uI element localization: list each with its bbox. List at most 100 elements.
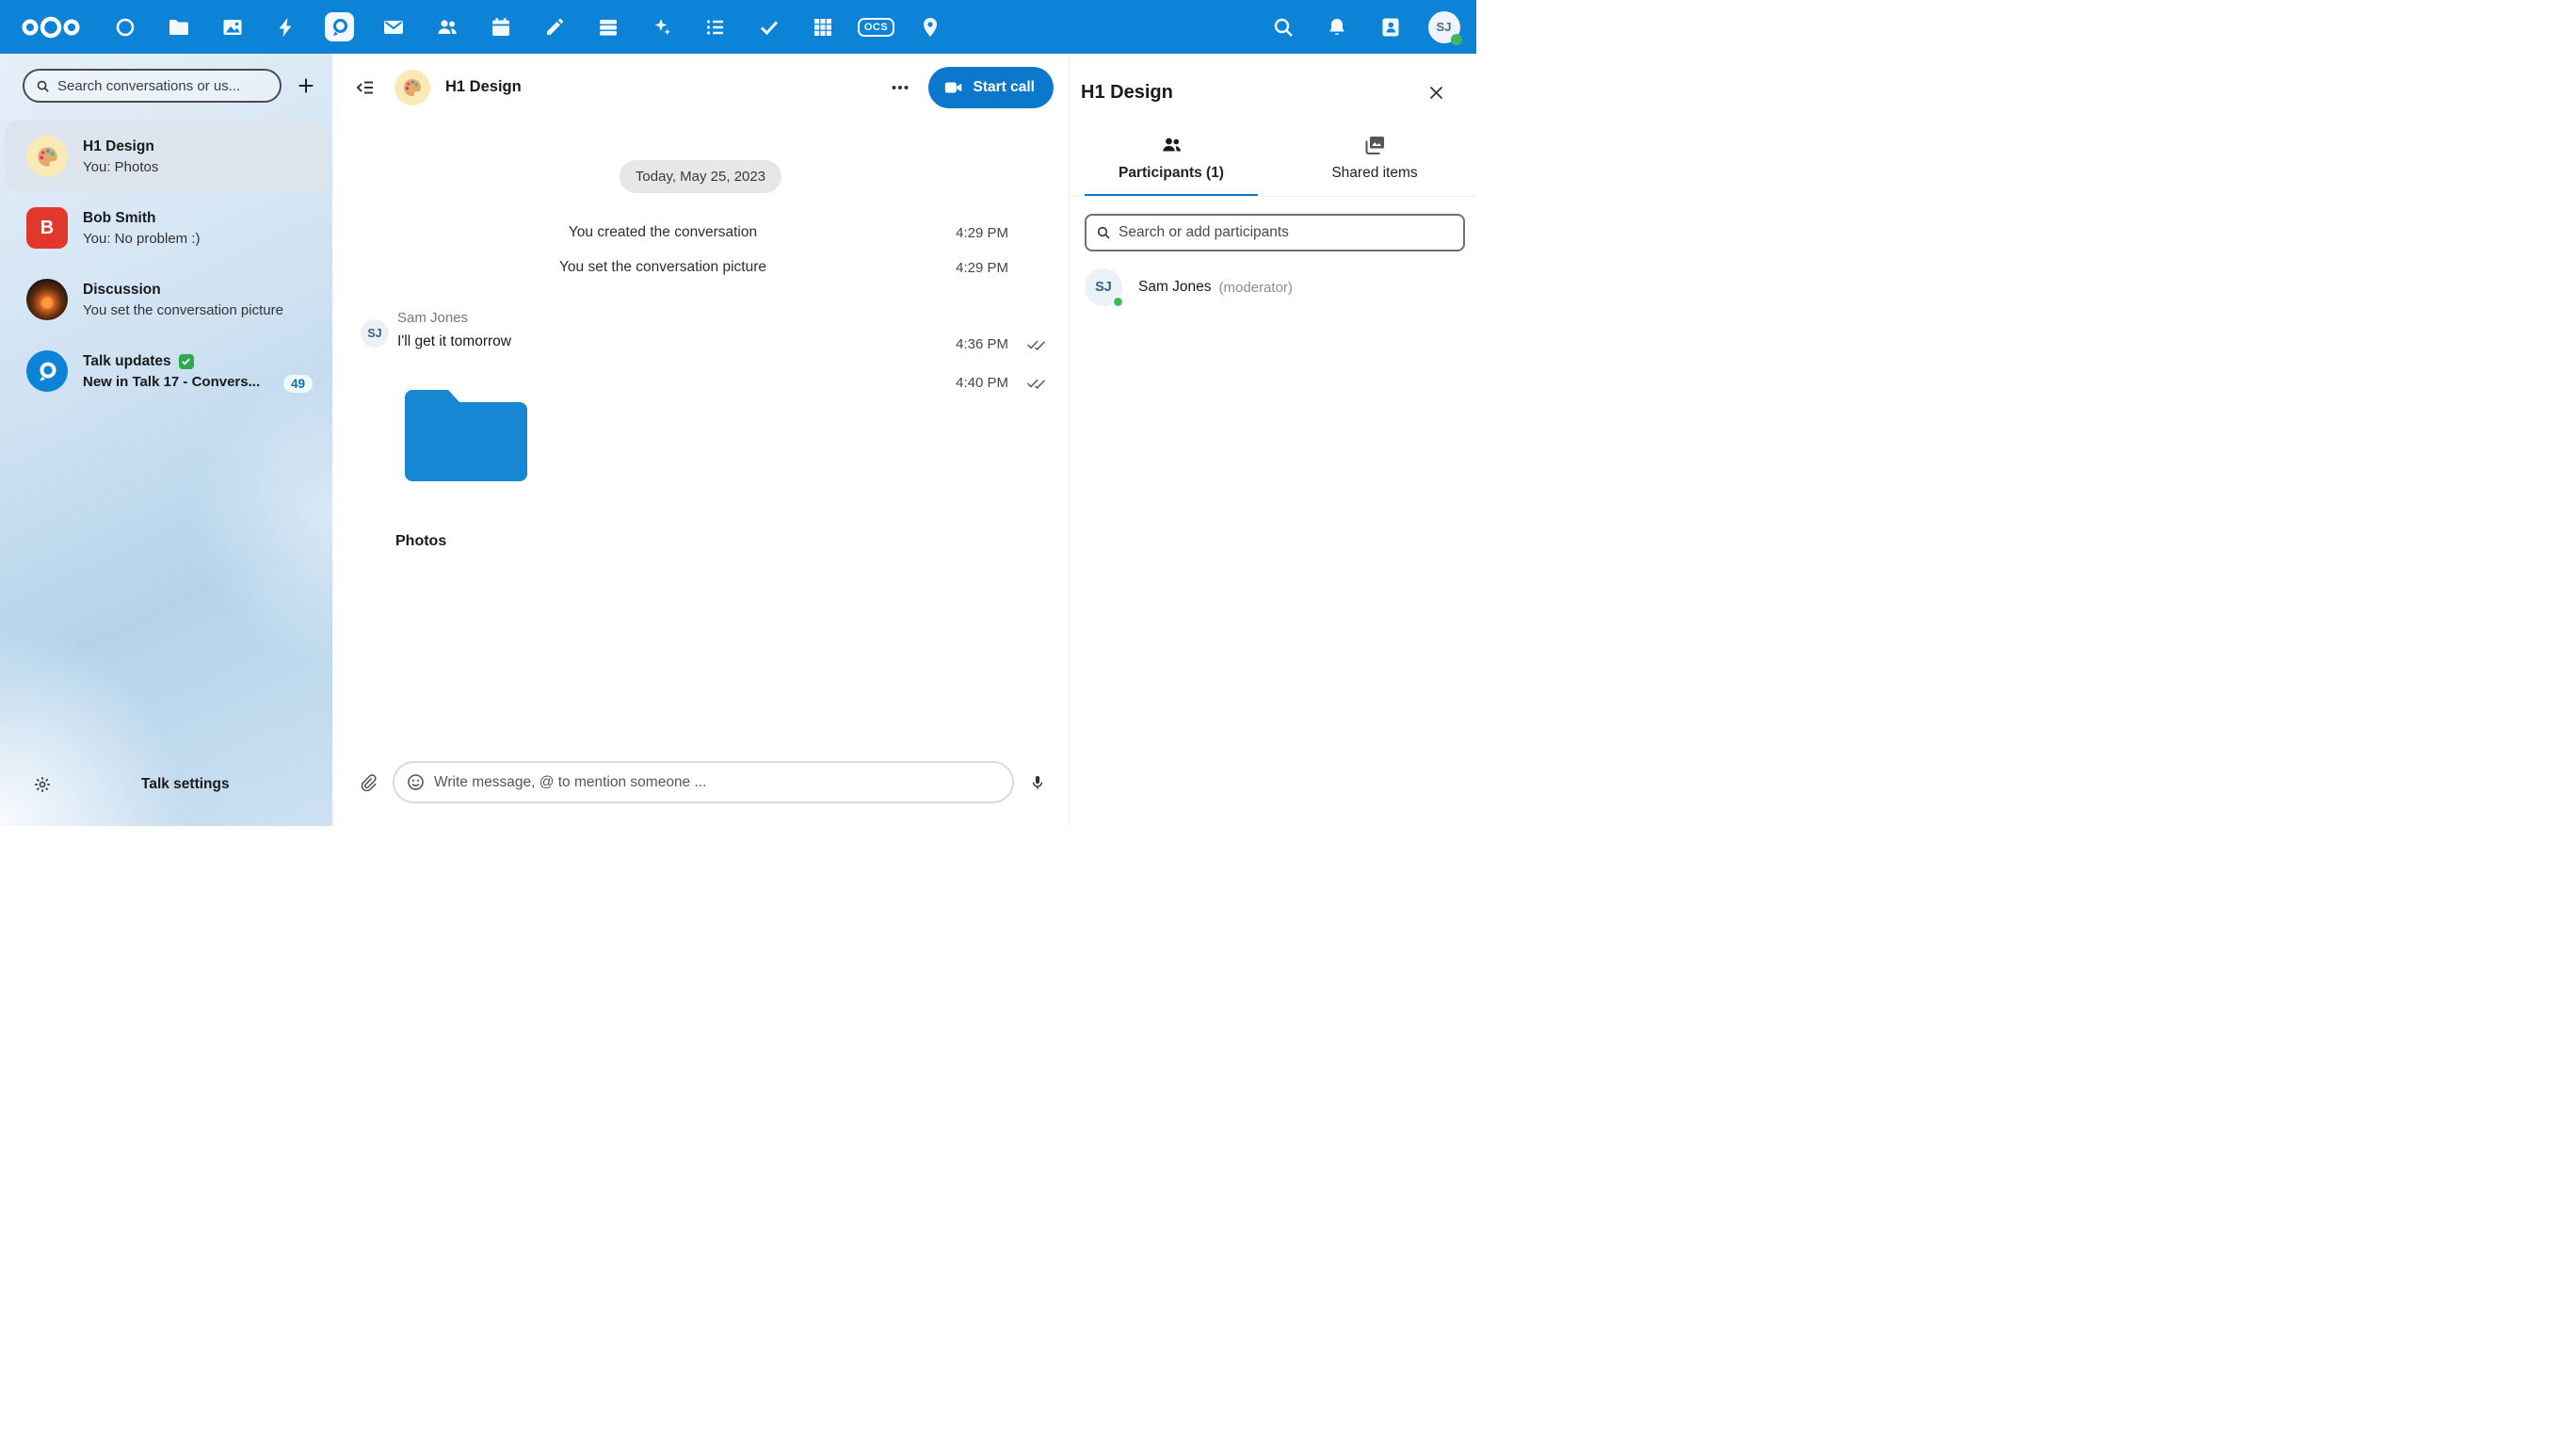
folder-icon [405, 382, 527, 481]
contacts-menu-button[interactable] [1363, 0, 1417, 54]
message-timestamp: 4:40 PM [956, 375, 1008, 391]
app-sparkle-button[interactable] [635, 0, 688, 54]
app-activity-button[interactable] [259, 0, 313, 54]
emoji-smiley-icon[interactable] [406, 772, 426, 792]
checklist-icon [704, 16, 727, 39]
new-conversation-button[interactable] [291, 71, 321, 101]
palette-avatar [26, 136, 68, 177]
app-talk-button-active[interactable] [313, 0, 366, 54]
message-input-field[interactable] [393, 761, 1014, 803]
nextcloud-logo[interactable] [13, 15, 89, 40]
message-input[interactable] [434, 774, 1001, 791]
shared-folder-name[interactable]: Photos [395, 533, 1069, 550]
voice-record-button[interactable] [1025, 769, 1050, 797]
talk-logo-avatar [26, 350, 68, 392]
tables-grid-icon [812, 16, 834, 39]
participant-avatar-initials: SJ [1095, 280, 1112, 295]
notifications-button[interactable] [1310, 0, 1363, 54]
conversation-search-field[interactable] [23, 69, 282, 103]
conversation-item-bob-smith[interactable]: B Bob Smith You: No problem :) [5, 192, 328, 264]
close-panel-button[interactable] [1420, 76, 1452, 108]
sidebar-search-row [0, 54, 332, 103]
message-timestamp: 4:36 PM [956, 336, 1008, 352]
topbar-right: SJ [1256, 0, 1471, 54]
app-maps-button[interactable] [903, 0, 957, 54]
activity-lightning-icon [275, 16, 298, 39]
conversation-last-message: New in Talk 17 - Convers... [83, 374, 316, 390]
start-call-label: Start call [974, 79, 1035, 96]
panel-title: H1 Design [1081, 82, 1476, 104]
conversation-search-input[interactable] [57, 78, 268, 94]
talk-icon [325, 12, 354, 41]
app-ocs-button[interactable]: OCS [849, 0, 903, 54]
message-composer [332, 750, 1069, 826]
collapse-sidebar-button[interactable] [349, 72, 381, 104]
read-double-check-icon [1026, 338, 1046, 356]
user-menu-button[interactable]: SJ [1417, 0, 1471, 54]
app-photos-button[interactable] [205, 0, 259, 54]
app-notes-button[interactable] [527, 0, 581, 54]
maps-pin-icon [919, 16, 942, 39]
conversations-sidebar: H1 Design You: Photos B Bob Smith You: N… [0, 54, 332, 826]
conversation-details-panel: H1 Design Participants (1) Shared items [1069, 54, 1476, 826]
app-dashboard-button[interactable] [98, 0, 152, 54]
participant-search-field[interactable] [1085, 214, 1465, 251]
tab-participants[interactable]: Participants (1) [1085, 134, 1258, 196]
collapse-menu-icon [355, 77, 376, 98]
tab-label: Shared items [1331, 165, 1417, 182]
app-files-button[interactable] [152, 0, 205, 54]
settings-gear-button[interactable] [30, 772, 55, 797]
conversation-menu-button[interactable] [881, 69, 919, 106]
conversation-item-talk-updates[interactable]: Talk updates New in Talk 17 - Convers...… [5, 335, 328, 407]
start-call-button[interactable]: Start call [928, 67, 1054, 108]
tab-label: Participants (1) [1119, 165, 1224, 182]
app-deck-button[interactable] [581, 0, 635, 54]
conversation-last-message: You set the conversation picture [83, 302, 316, 318]
app-mail-button[interactable] [366, 0, 420, 54]
chat-main: H1 Design Start call Today, May 25, 2023… [332, 54, 1069, 826]
app-menu: OCS [98, 0, 957, 54]
attach-file-button[interactable] [355, 769, 381, 797]
palette-icon [35, 144, 60, 170]
participant-row[interactable]: SJ Sam Jones (moderator) [1070, 259, 1476, 316]
app-tables-button[interactable] [796, 0, 849, 54]
conversation-texts: H1 Design You: Photos [83, 138, 316, 175]
main-row: H1 Design You: Photos B Bob Smith You: N… [0, 54, 1476, 826]
app-checklist-button[interactable] [688, 0, 742, 54]
unread-count-badge: 49 [283, 375, 313, 393]
conversation-last-message: You: Photos [83, 159, 316, 175]
conversation-title: Bob Smith [83, 210, 316, 227]
participant-search-input[interactable] [1119, 224, 1454, 241]
chat-title: H1 Design [445, 78, 522, 96]
conversation-item-h1-design[interactable]: H1 Design You: Photos [5, 121, 328, 192]
topbar: OCS SJ [0, 0, 1476, 54]
ellipsis-icon [890, 77, 910, 98]
shared-folder-thumbnail[interactable] [405, 382, 527, 486]
avatar-letter: B [40, 218, 54, 239]
read-double-check-icon [1026, 377, 1046, 395]
app-calendar-button[interactable] [474, 0, 527, 54]
conversation-title: Talk updates [83, 353, 316, 370]
microphone-icon [1029, 772, 1046, 793]
unified-search-button[interactable] [1256, 0, 1310, 54]
sender-name: Sam Jones [397, 310, 511, 326]
photos-icon [221, 16, 244, 39]
talk-settings-button[interactable]: Talk settings [141, 776, 230, 793]
bell-icon [1326, 16, 1348, 39]
participant-name: Sam Jones [1138, 279, 1212, 296]
conversation-item-discussion[interactable]: Discussion You set the conversation pict… [5, 264, 328, 335]
dashboard-icon [114, 16, 137, 39]
conversation-texts: Bob Smith You: No problem :) [83, 210, 316, 247]
palette-icon [401, 76, 424, 99]
conversation-title-text: Talk updates [83, 353, 171, 370]
message-text: I'll get it tomorrow [397, 333, 511, 350]
deck-stack-icon [597, 16, 620, 39]
app-contacts-button[interactable] [420, 0, 474, 54]
nextcloud-logo-icon [21, 15, 81, 40]
sidebar-footer: Talk settings [0, 743, 332, 826]
tab-shared-items[interactable]: Shared items [1288, 134, 1461, 196]
plus-icon [296, 75, 316, 96]
chat-message: SJ Sam Jones I'll get it tomorrow 4:36 P… [332, 310, 1069, 350]
conversation-texts: Talk updates New in Talk 17 - Convers... [83, 353, 316, 390]
app-tasks-button[interactable] [742, 0, 796, 54]
